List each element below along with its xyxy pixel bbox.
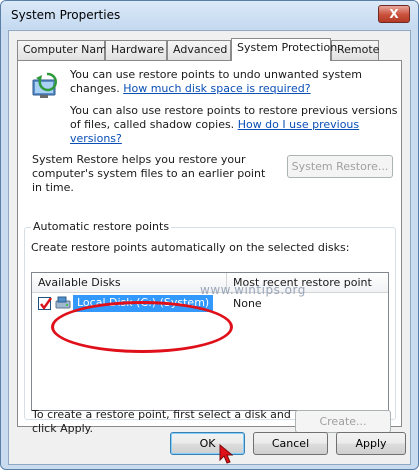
tab-computer-name[interactable]: Computer Name	[17, 40, 114, 60]
tab-system-protection[interactable]: System Protection	[231, 38, 337, 61]
system-properties-window: System Properties X Computer Name Hardwa…	[0, 0, 419, 470]
disk-space-link[interactable]: How much disk space is required?	[123, 82, 310, 95]
watermark: www.wintips.org	[200, 283, 306, 297]
apply-button[interactable]: Apply	[336, 432, 406, 455]
disk-checkbox[interactable]	[38, 297, 52, 311]
system-protection-panel: You can use restore points to undo unwan…	[17, 60, 402, 435]
check-icon	[40, 297, 52, 311]
close-button[interactable]: X	[378, 5, 410, 23]
system-restore-icon	[32, 72, 57, 98]
window-title: System Properties	[11, 8, 121, 22]
tab-remote[interactable]: Remote	[331, 40, 379, 60]
system-restore-description: System Restore helps you restore your co…	[32, 153, 266, 194]
local-disk-icon	[55, 296, 71, 309]
ok-button[interactable]: OK	[170, 432, 245, 455]
tab-advanced[interactable]: Advanced	[167, 40, 231, 60]
restore-instruction: Create restore points automatically on t…	[31, 241, 350, 254]
title-bar[interactable]: System Properties X	[1, 1, 418, 29]
shadow-copies-info: You can also use restore points to resto…	[70, 104, 400, 146]
group-label: Automatic restore points	[31, 220, 172, 233]
dialog-client-area: Computer Name Hardware Advanced System P…	[8, 30, 411, 465]
cancel-button[interactable]: Cancel	[253, 432, 328, 455]
create-button[interactable]: Create...	[295, 410, 391, 433]
tab-hardware[interactable]: Hardware	[105, 40, 167, 60]
highlight-annotation-oval	[51, 301, 233, 353]
recent-restore-point-value: None	[233, 297, 262, 310]
mouse-cursor-icon	[219, 444, 233, 464]
column-header-available-disks[interactable]: Available Disks	[32, 273, 226, 293]
restore-points-info: You can use restore points to undo unwan…	[70, 68, 400, 96]
system-restore-button[interactable]: System Restore...	[287, 155, 393, 178]
